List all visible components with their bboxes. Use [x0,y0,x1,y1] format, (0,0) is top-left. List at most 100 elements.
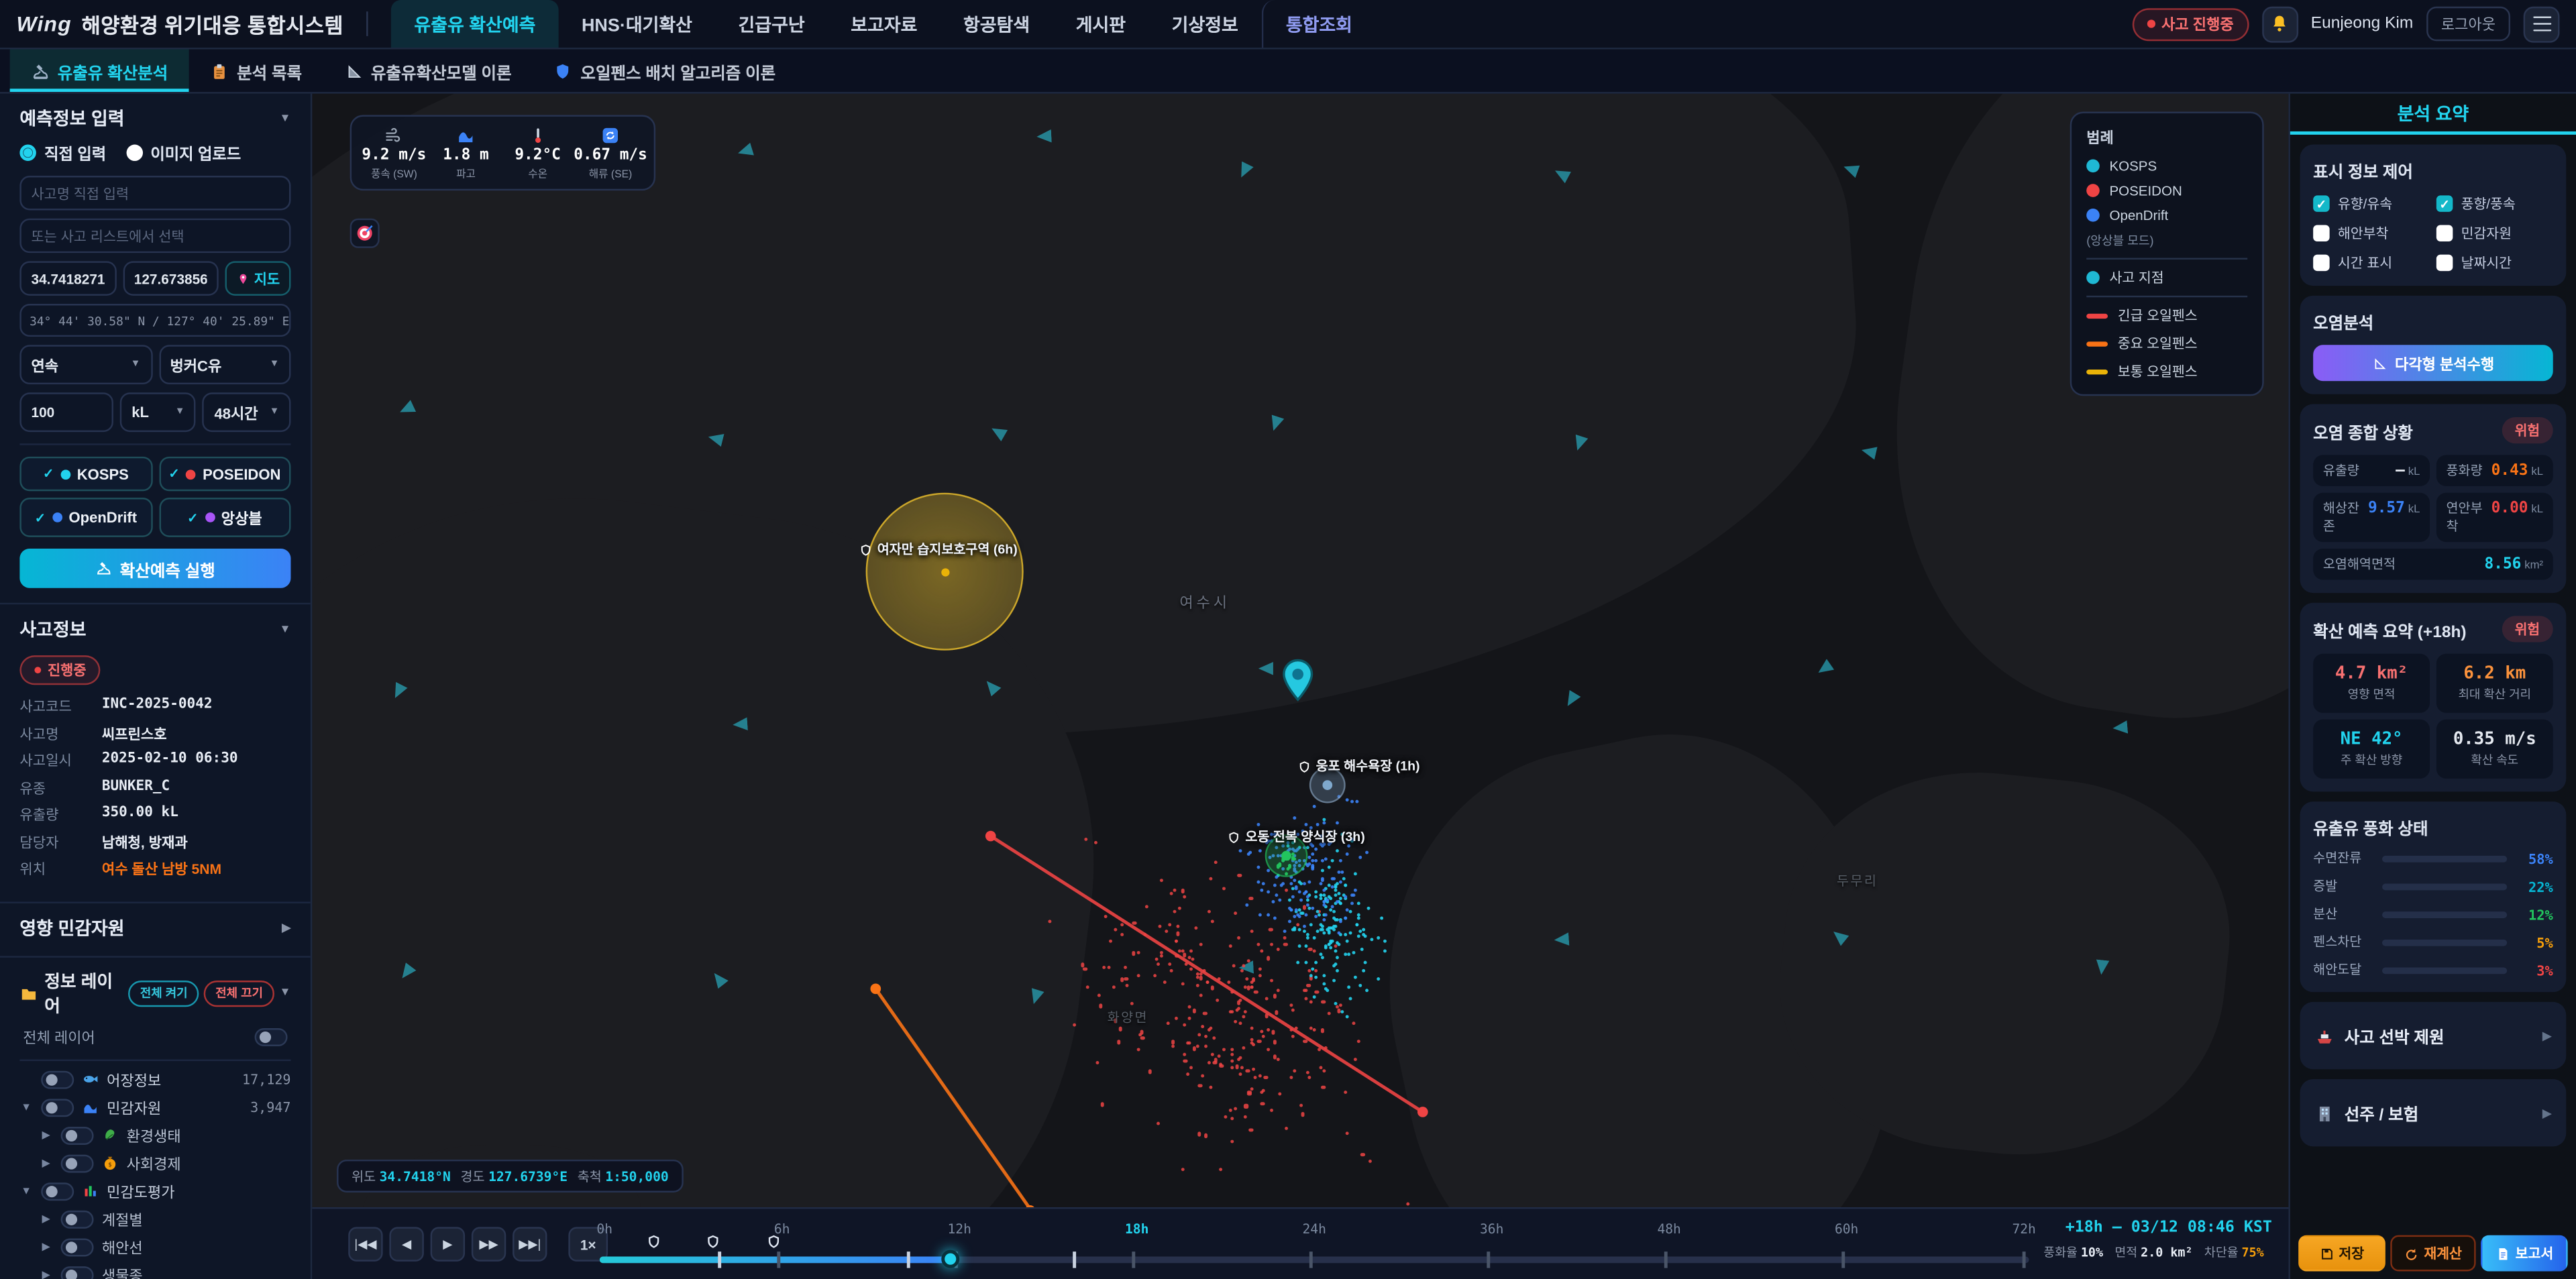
nav-tab-aerial[interactable]: 항공탐색 [941,0,1053,48]
master-layer-toggle[interactable] [255,1027,288,1046]
line-swatch-icon [2086,341,2108,345]
incident-status-badge: 진행중 [19,655,101,685]
menu-button[interactable] [2524,6,2560,42]
nav-tab-rescue[interactable]: 긴급구난 [715,0,828,48]
skip-start-button[interactable]: |◀◀ [348,1227,382,1261]
polygon-analysis-button[interactable]: 다각형 분석수행 [2313,345,2553,381]
save-button[interactable]: 저장 [2298,1235,2385,1272]
checkbox-shoreline[interactable]: 해안부착 [2313,223,2430,243]
notification-button[interactable] [2261,6,2298,42]
layer-item-fishery-info[interactable]: 어장정보17,129 [19,1065,290,1093]
checkbox-time[interactable]: 시간 표시 [2313,253,2430,272]
nav-tab-board[interactable]: 게시판 [1053,0,1148,48]
urgent-oil-fence-line[interactable] [991,836,1423,1112]
oil-type-select[interactable]: 벙커C유▼ [158,345,290,384]
logout-button[interactable]: 로그아웃 [2426,7,2510,41]
incident-list-input[interactable] [19,219,290,253]
nav-tab-integrated[interactable]: 통합조회 [1261,0,1375,48]
target-icon [355,223,374,243]
timeline-handle[interactable] [941,1250,959,1268]
layer-toggle[interactable] [61,1237,94,1256]
section-header[interactable]: 사고정보 ▼ [19,616,290,642]
layer-toggle[interactable] [61,1126,94,1144]
checkbox-wind[interactable]: ✓풍향/풍속 [2436,194,2553,213]
fast-forward-button[interactable]: ▶▶ [472,1227,506,1261]
duration-select[interactable]: 48시간▼ [203,392,290,432]
layer-item-sensitivity-assessment[interactable]: ▼ 민감도평가 [19,1177,290,1205]
layer-toggle[interactable] [41,1070,74,1089]
annotation-wetland[interactable]: 여자만 습지보호구역 (6h) [859,541,1018,559]
section-header[interactable]: 영향 민감자원 ▶ [19,914,290,940]
model-toggle-poseidon[interactable]: ✓POSEIDON [158,457,290,491]
layer-item-species[interactable]: ▶생물종 [19,1261,290,1279]
unit-select[interactable]: kL▼ [120,392,196,432]
incident-pin-icon[interactable] [1281,659,1314,702]
layer-toggle[interactable] [61,1154,94,1172]
layer-item-seasonal[interactable]: ▶계절별 [19,1205,290,1233]
map-status-bar: 위도 34.7418°N 경도 127.6739°E 축척 1:50,000 [337,1160,684,1192]
timeline-track[interactable] [600,1256,2029,1262]
timeline-tick: 48h [1657,1222,1680,1237]
run-prediction-button[interactable]: 확산예측 실행 [19,549,290,588]
nav-tab-hns[interactable]: HNS·대기확산 [559,0,716,48]
latitude-input[interactable] [19,261,115,295]
fence-marker-shield-icon[interactable] [766,1233,781,1249]
radio-image-upload[interactable]: 이미지 업로드 [126,142,241,164]
layer-toggle[interactable] [41,1182,74,1200]
panel-header-tab[interactable]: 분석 요약 [2290,94,2576,135]
ship-spec-section[interactable]: 사고 선박 제원 ▶ [2300,1002,2567,1069]
step-back-button[interactable]: ◀ [389,1227,423,1261]
owner-insurance-section[interactable]: 선주 / 보험 ▶ [2300,1079,2567,1146]
subtab-boom-algorithm[interactable]: 오일펜스 배치 알고리즘 이론 [533,49,797,92]
recalculate-button[interactable]: 재계산 [2390,1235,2476,1272]
section-header[interactable]: 예측정보 입력 ▼ [19,105,290,131]
timeline-tick: 60h [1835,1222,1858,1237]
microscope-icon [32,62,50,80]
subtab-analysis-list[interactable]: 분석 목록 [189,49,323,92]
report-button[interactable]: 보고서 [2481,1235,2568,1272]
important-oil-fence-line[interactable] [875,989,1084,1207]
layers-all-off-button[interactable]: 전체 끄기 [204,980,274,1006]
layer-toggle[interactable] [61,1266,94,1279]
fence-marker-shield-icon[interactable] [706,1233,720,1249]
play-button[interactable]: ▶ [431,1227,465,1261]
layer-item-sensitive-resources[interactable]: ▼ 민감자원3,947 [19,1093,290,1121]
model-toggle-kosps[interactable]: ✓KOSPS [19,457,152,491]
subtab-model-theory[interactable]: 유출유확산모델 이론 [323,49,533,92]
model-toggle-ensemble[interactable]: ✓앙상블 [158,498,290,537]
nav-tab-reports[interactable]: 보고자료 [828,0,941,48]
annotation-farm[interactable]: 오동 전복 양식장 (3h) [1227,828,1364,846]
map-canvas[interactable]: 여자만 습지보호구역 (6h) 웅포 해수욕장 (1h) 오동 전복 양식장 (… [312,94,2288,1207]
fence-marker-shield-icon[interactable] [647,1233,661,1249]
app-logo: Wing [16,11,71,36]
spill-mode-select[interactable]: 연속▼ [19,345,152,384]
model-dot-icon [52,512,62,522]
skip-end-button[interactable]: ▶▶| [513,1227,547,1261]
legend-opendrift: OpenDrift [2086,207,2247,223]
checkbox-sensitive[interactable]: 민감자원 [2436,223,2553,243]
layer-item-coastline[interactable]: ▶해안선 [19,1233,290,1261]
map-pick-button[interactable]: 지도 [225,261,291,295]
nav-tab-weather[interactable]: 기상정보 [1148,0,1261,48]
amount-input[interactable] [19,392,113,432]
incident-name-input[interactable] [19,176,290,210]
nav-tab-oil-spill[interactable]: 유출유 확산예측 [391,0,559,48]
radio-direct-input[interactable]: 직접 입력 [19,142,106,164]
layer-toggle[interactable] [41,1098,74,1116]
longitude-input[interactable] [122,261,218,295]
layer-toggle[interactable] [61,1210,94,1228]
analysis-summary-panel: 분석 요약 표시 정보 제어 ✓유향/유속 ✓풍향/풍속 해안부착 민감자원 시… [2288,94,2576,1279]
protection-zone-dot [941,568,949,576]
locate-incident-button[interactable] [350,219,380,248]
checkbox-current[interactable]: ✓유향/유속 [2313,194,2430,213]
layers-all-on-button[interactable]: 전체 켜기 [129,980,199,1006]
checkbox-datetime[interactable]: 날짜시간 [2436,253,2553,272]
layer-item-socio-economy[interactable]: ▶ $ 사회경제 [19,1149,290,1177]
metric-spilled: 유출량—kL [2313,455,2430,486]
master-layer-row: 전체 레이어 [19,1017,290,1060]
subtab-diffusion-analysis[interactable]: 유출유 확산분석 [10,49,189,92]
model-dot-icon [186,469,197,479]
model-toggle-opendrift[interactable]: ✓OpenDrift [19,498,152,537]
layer-item-environment-ecology[interactable]: ▶ 환경생태 [19,1121,290,1149]
annotation-beach[interactable]: 웅포 해수욕장 (1h) [1298,757,1420,775]
